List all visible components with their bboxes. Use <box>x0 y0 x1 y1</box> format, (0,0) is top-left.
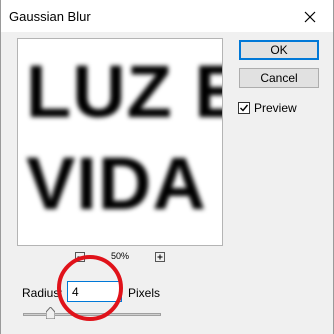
radius-slider-thumb[interactable] <box>46 307 56 319</box>
dialog-title: Gaussian Blur <box>9 9 91 24</box>
preview-text-line-2: VIDA <box>26 142 207 225</box>
ok-button[interactable]: OK <box>239 40 319 60</box>
preview-image[interactable]: LUZ E VIDA <box>17 38 223 246</box>
title-bar: Gaussian Blur <box>1 0 333 32</box>
zoom-in-button[interactable] <box>155 252 165 262</box>
gaussian-blur-dialog: Gaussian Blur LUZ E VIDA OK Cancel Previ… <box>0 0 334 334</box>
preview-toggle[interactable]: Preview <box>238 101 297 115</box>
zoom-in-icon <box>157 254 163 260</box>
close-button[interactable] <box>299 7 321 27</box>
radius-input[interactable] <box>67 281 122 302</box>
radius-slider-track[interactable] <box>23 313 161 316</box>
zoom-level: 50% <box>111 251 130 261</box>
radius-label: Radius: <box>22 286 63 300</box>
close-icon <box>304 11 316 23</box>
preview-text-line-1: LUZ E <box>26 50 223 133</box>
preview-checkbox[interactable] <box>238 102 250 114</box>
zoom-out-button[interactable] <box>75 252 85 262</box>
zoom-out-icon <box>77 256 83 258</box>
checkmark-icon <box>240 104 249 112</box>
preview-label: Preview <box>254 101 297 115</box>
cancel-button[interactable]: Cancel <box>239 68 319 88</box>
radius-unit-label: Pixels <box>128 286 161 300</box>
